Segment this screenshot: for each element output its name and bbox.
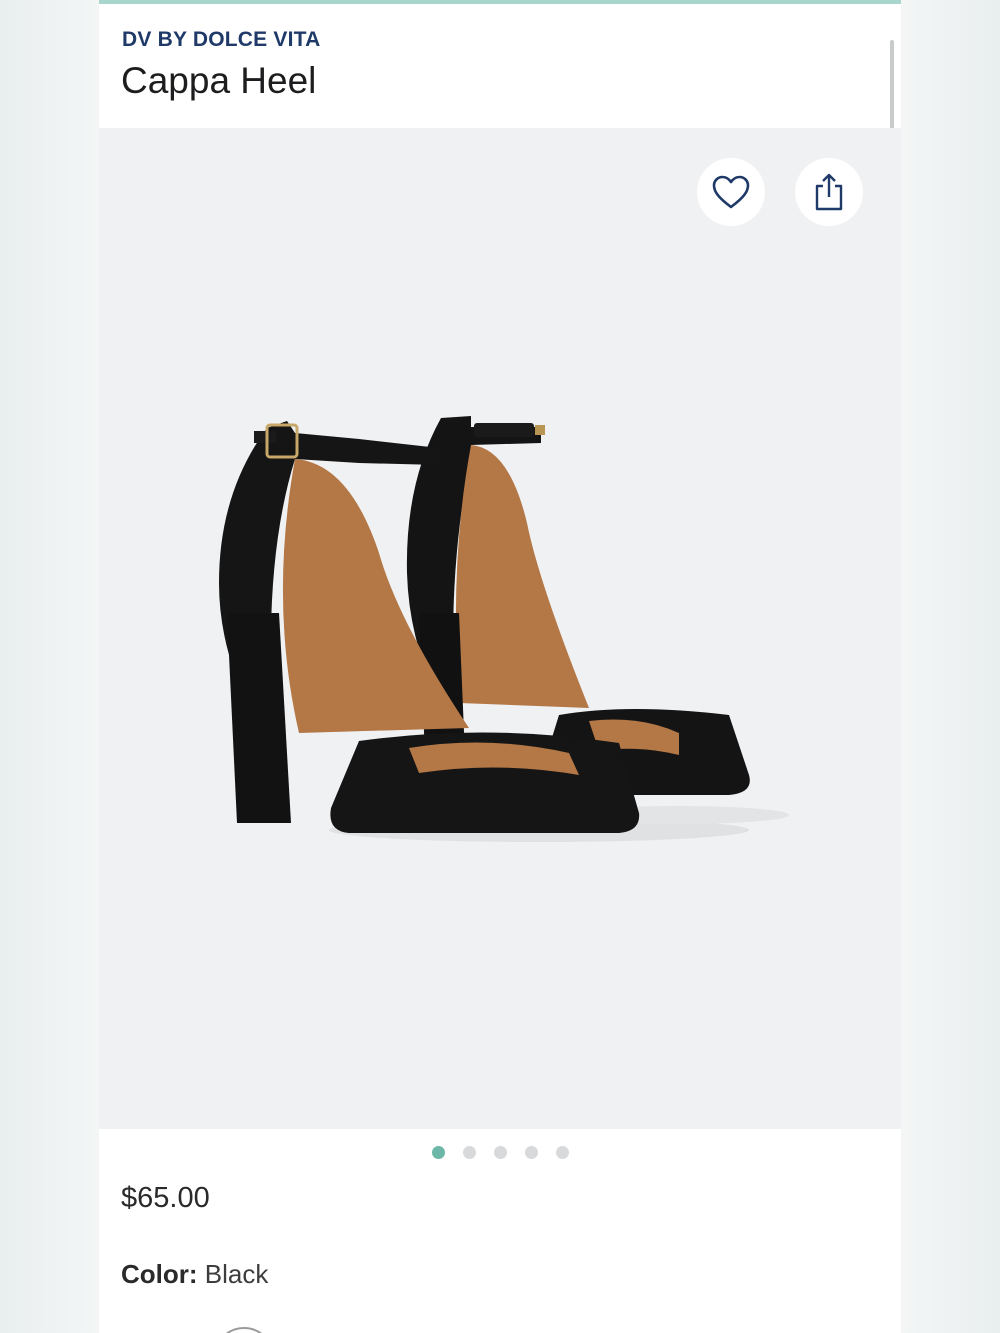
- product-price: $65.00: [121, 1182, 210, 1214]
- top-accent-bar: [99, 0, 901, 4]
- gallery-dot-2[interactable]: [462, 1146, 476, 1159]
- gallery-pagination: [99, 1146, 901, 1159]
- gallery-dot-4[interactable]: [524, 1146, 538, 1159]
- heart-icon: [712, 175, 750, 209]
- product-sheet: DV BY DOLCE VITA Cappa Heel $65.00 Color…: [99, 0, 901, 1333]
- gallery-dot-3[interactable]: [493, 1146, 507, 1159]
- color-swatch[interactable]: [214, 1327, 274, 1333]
- color-value: Black: [204, 1259, 269, 1289]
- favorite-button[interactable]: [697, 158, 765, 226]
- product-image[interactable]: [209, 403, 799, 863]
- product-title: Cappa Heel: [121, 60, 317, 101]
- gallery-dot-1[interactable]: [431, 1146, 445, 1159]
- share-icon: [815, 173, 843, 211]
- image-gallery[interactable]: [99, 128, 901, 1129]
- color-label: Color:: [121, 1259, 198, 1289]
- brand-name[interactable]: DV BY DOLCE VITA: [122, 28, 320, 52]
- color-row: Color: Black: [121, 1259, 268, 1290]
- gallery-dot-5[interactable]: [555, 1146, 569, 1159]
- share-button[interactable]: [795, 158, 863, 226]
